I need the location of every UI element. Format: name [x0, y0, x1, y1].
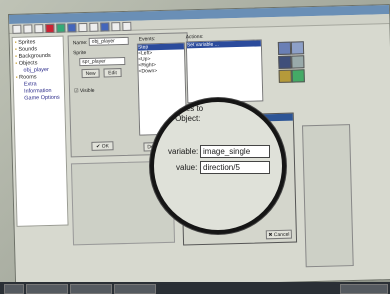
cancel-label: Cancel [273, 231, 290, 239]
variable-input[interactable]: image_single [200, 145, 270, 158]
applies-to-label: Applies to [168, 104, 204, 113]
background-window [302, 124, 354, 268]
taskbar-item[interactable] [70, 284, 112, 294]
value-label: value: [176, 163, 198, 172]
name-label: Name: [72, 39, 88, 47]
variable-label: variable: [168, 147, 199, 156]
add-room-icon[interactable] [111, 22, 121, 32]
action-palette [277, 37, 312, 108]
visible-checkbox[interactable]: ☑ Visible [74, 88, 95, 95]
sprite-label: Sprite [72, 49, 87, 57]
action-code-icon[interactable] [291, 55, 305, 69]
help-icon[interactable] [122, 21, 132, 32]
action-draw-icon[interactable] [278, 69, 292, 83]
cancel-button[interactable]: ✖ Cancel [265, 229, 292, 240]
object-name-field[interactable]: obj_player [88, 36, 129, 46]
action-variable-icon[interactable] [278, 55, 292, 69]
open-icon[interactable] [23, 24, 33, 34]
event-item-down[interactable]: <Down> [138, 67, 184, 74]
save-icon[interactable] [34, 24, 44, 34]
run-icon[interactable] [45, 23, 55, 34]
taskbar [0, 282, 390, 294]
add-sound-icon[interactable] [78, 22, 88, 33]
tree-item-extra-information[interactable]: Extra Information [16, 81, 62, 96]
add-object-icon[interactable] [100, 22, 110, 32]
object-radio[interactable]: ○ Object: [168, 114, 200, 123]
events-header: Events: [138, 36, 156, 43]
action-score-icon[interactable] [291, 69, 305, 83]
edit-sprite-button[interactable]: Edit [103, 68, 122, 78]
taskbar-item[interactable] [26, 284, 68, 294]
debug-icon[interactable] [56, 23, 66, 33]
taskbar-item[interactable] [114, 284, 156, 294]
object-label: Object: [175, 114, 201, 123]
add-sprite-icon[interactable] [67, 23, 77, 33]
magnifier-lens: Applies to ○ Object: variable: image_sin… [150, 98, 286, 234]
resource-tree: Sprites Sounds Backgrounds Objects obj_p… [11, 35, 69, 227]
actions-header: Actions: [185, 33, 204, 41]
visible-label: Visible [79, 87, 95, 95]
system-tray [340, 284, 388, 294]
new-sprite-button[interactable]: New [81, 68, 100, 79]
ok-button[interactable]: ✔ OK [91, 141, 114, 151]
action-tab-icon[interactable] [277, 41, 292, 55]
add-background-icon[interactable] [89, 22, 99, 32]
tree-item-game-options[interactable]: Game Options [16, 95, 62, 103]
action-item-set-variable[interactable]: Set variable ... [186, 40, 261, 49]
value-input[interactable]: direction/5 [200, 161, 270, 174]
actions-list[interactable]: Set variable ... [185, 39, 264, 104]
new-icon[interactable] [12, 24, 22, 34]
ok-label: OK [101, 143, 109, 150]
action-tab-icon[interactable] [290, 41, 305, 55]
sprite-select[interactable]: spr_player [79, 56, 126, 67]
start-button[interactable] [4, 284, 24, 294]
